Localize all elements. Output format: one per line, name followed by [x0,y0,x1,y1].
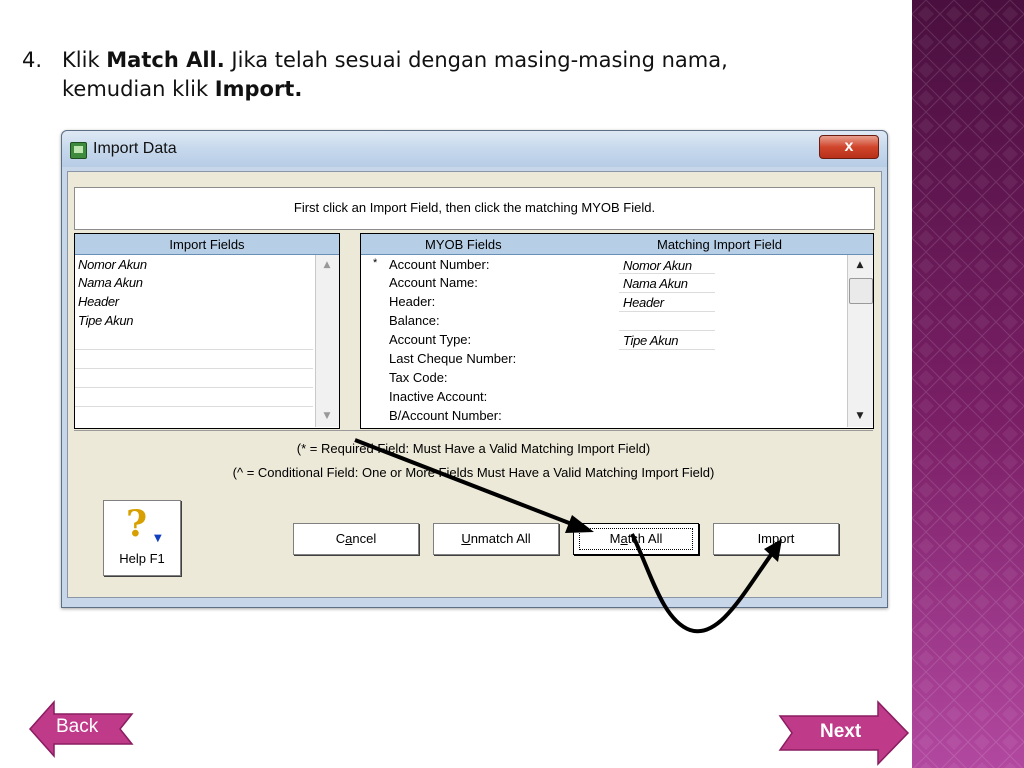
unmatch-all-button[interactable]: Unmatch All [433,523,559,555]
scroll-up-icon[interactable]: ▲ [853,258,867,272]
help-label: Help F1 [119,551,165,566]
scroll-up-icon[interactable]: ▲ [320,258,334,272]
match-all-keyword: Match All. [106,48,225,72]
list-item[interactable]: Header [78,294,119,309]
myob-field[interactable]: Balance: [389,313,440,328]
myob-field[interactable]: Header: [389,294,435,309]
dialog-title: Import Data [93,140,177,157]
matching-field[interactable]: Nama Akun [623,276,688,291]
next-label: Next [820,721,862,742]
scroll-down-icon[interactable]: ▼ [320,409,334,423]
back-label: Back [56,716,99,737]
import-keyword: Import. [214,77,303,101]
myob-field[interactable]: Account Name: [389,275,478,290]
scroll-thumb[interactable] [849,278,873,304]
import-fields-scrollbar[interactable]: ▲ ▼ [315,255,339,427]
myob-field[interactable]: Tax Code: [389,370,448,385]
diamond-pattern [912,0,1024,768]
import-fields-list[interactable]: Import Fields Nomor Akun Nama Akun Heade… [74,233,340,429]
myob-fields-grid[interactable]: MYOB Fields Matching Import Field * Acco… [360,233,874,429]
match-all-button[interactable]: Match All [573,523,699,555]
matching-field[interactable]: Header [623,295,664,310]
import-fields-header: Import Fields [75,234,339,255]
myob-fields-header: MYOB Fields Matching Import Field [361,234,873,255]
required-note: (* = Required Field: Must Have a Valid M… [296,441,651,456]
field-legend: (* = Required Field: Must Have a Valid M… [74,430,873,491]
decorative-sidebar [912,0,1024,768]
dropdown-triangle-icon: ▼ [154,533,162,544]
step-number: 4. [22,48,43,72]
myob-field[interactable]: Account Number: [389,257,489,272]
myob-field[interactable]: Last Cheque Number: [389,351,516,366]
cancel-button[interactable]: Cancel [293,523,419,555]
myob-app-icon [70,142,87,159]
matching-field[interactable]: Tipe Akun [623,333,679,348]
myob-fields-scrollbar[interactable]: ▲ ▼ [847,255,873,427]
close-button[interactable]: x [819,135,879,159]
list-item[interactable]: Tipe Akun [78,313,134,328]
required-marker: * [373,257,378,269]
myob-field[interactable]: B/Account Number: [389,408,502,423]
myob-field[interactable]: Inactive Account: [389,389,487,404]
scroll-down-icon[interactable]: ▼ [853,409,867,423]
help-button[interactable]: ? ▼ Help F1 [103,500,181,576]
import-data-dialog: Import Data x First click an Import Fiel… [61,130,888,608]
back-button[interactable]: Back [28,700,134,758]
list-item[interactable]: Nomor Akun [78,257,147,272]
list-item[interactable]: Nama Akun [78,275,143,290]
conditional-note: (^ = Conditional Field: One or More Fiel… [232,465,715,480]
instruction-text: 4. Klik Match All. Jika telah sesuai deng… [22,48,728,101]
myob-field[interactable]: Account Type: [389,332,471,347]
question-mark-icon: ? [126,503,148,545]
next-button[interactable]: Next [778,700,910,766]
dialog-client-area: First click an Import Field, then click … [67,171,882,598]
dialog-instruction: First click an Import Field, then click … [293,200,656,215]
dialog-title-bar[interactable]: Import Data x [62,131,887,167]
instruction-box: First click an Import Field, then click … [74,187,875,230]
import-button[interactable]: Import [713,523,839,555]
matching-field[interactable]: Nomor Akun [623,258,692,273]
